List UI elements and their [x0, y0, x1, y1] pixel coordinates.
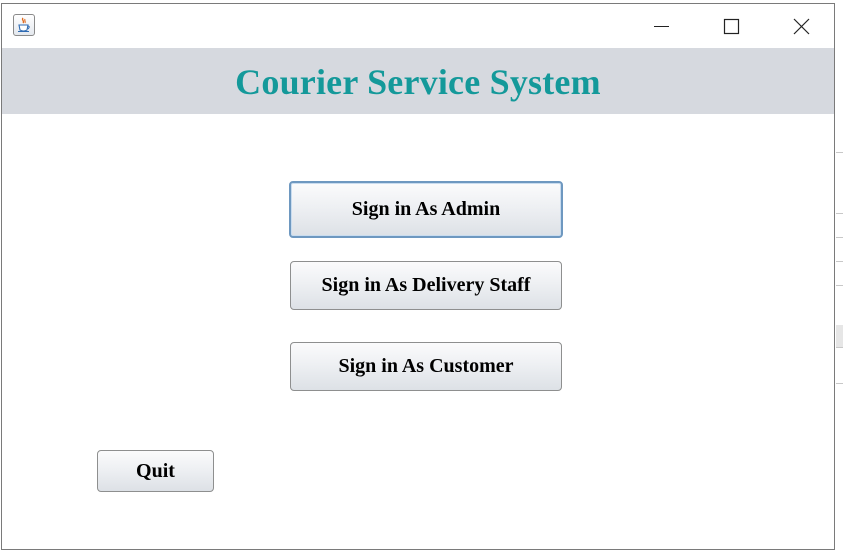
- sign-in-customer-button[interactable]: Sign in As Customer: [290, 342, 562, 391]
- close-button[interactable]: [776, 4, 822, 48]
- background-divider: [836, 261, 843, 262]
- quit-button[interactable]: Quit: [97, 450, 214, 492]
- background-divider: [836, 347, 843, 348]
- sign-in-admin-button[interactable]: Sign in As Admin: [289, 181, 563, 238]
- minimize-button[interactable]: [636, 4, 682, 48]
- header-panel: Courier Service System: [2, 48, 834, 114]
- app-title: Courier Service System: [235, 62, 601, 102]
- background-window: [836, 0, 843, 552]
- title-bar[interactable]: [2, 4, 834, 48]
- maximize-button[interactable]: [706, 4, 752, 48]
- background-divider: [836, 213, 843, 214]
- minimize-icon: [654, 26, 669, 27]
- sign-in-delivery-staff-button[interactable]: Sign in As Delivery Staff: [290, 261, 562, 310]
- maximize-icon: [723, 18, 740, 35]
- background-divider: [836, 383, 843, 384]
- background-divider: [836, 285, 843, 286]
- main-window: Courier Service System Sign in As Admin …: [1, 3, 835, 550]
- background-row-shade: [836, 325, 843, 347]
- background-divider: [836, 237, 843, 238]
- java-coffee-cup-icon[interactable]: [13, 14, 35, 36]
- close-icon: [793, 18, 810, 35]
- background-divider: [836, 152, 843, 153]
